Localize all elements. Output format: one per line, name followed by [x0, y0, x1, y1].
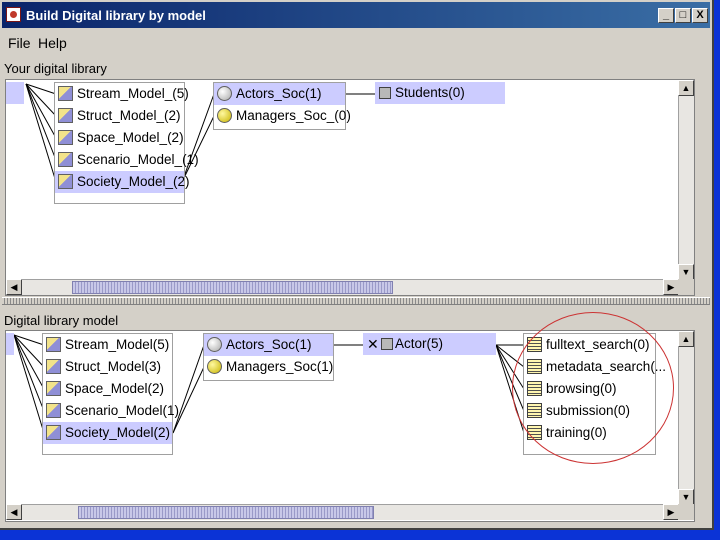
model-item-struct[interactable]: Struct_Model(3) [43, 356, 172, 378]
gold-ball-icon [207, 359, 222, 374]
model-icon [58, 130, 73, 145]
service-item-submission[interactable]: submission(0) [524, 400, 655, 422]
silver-ball-icon [217, 86, 232, 101]
menu-bar: File Help [2, 32, 710, 54]
top-root-node[interactable] [6, 82, 24, 104]
model-icon [46, 403, 61, 418]
model-item-stream[interactable]: Stream_Model(5) [43, 334, 172, 356]
document-icon [527, 381, 542, 396]
app-icon [6, 7, 21, 22]
scroll-left-arrow[interactable]: ◀ [6, 279, 22, 295]
minimize-button[interactable]: _ [658, 8, 674, 23]
scroll-up-arrow[interactable]: ▲ [678, 80, 694, 96]
model-icon [46, 425, 61, 440]
bottom-section-label: Digital library model [4, 313, 119, 328]
top-vertical-scrollbar[interactable]: ▲ ▼ [678, 80, 694, 280]
actor-node-students[interactable]: Students(0) [375, 82, 505, 104]
close-button[interactable]: X [692, 8, 708, 23]
model-icon [46, 337, 61, 352]
scroll-down-arrow[interactable]: ▼ [678, 489, 694, 505]
service-item-browsing[interactable]: browsing(0) [524, 378, 655, 400]
model-item-society[interactable]: Society_Model(2) [43, 422, 172, 444]
model-item-scenario[interactable]: Scenario_Model_(1) [55, 149, 199, 171]
top-library-panel: Stream_Model_(5) Struct_Model_(2) Space_… [5, 79, 695, 296]
app-window: Build Digital library by model _ □ X Fil… [0, 0, 714, 530]
bottom-root-node[interactable] [6, 333, 14, 355]
top-section-label: Your digital library [4, 61, 107, 76]
scroll-left-arrow[interactable]: ◀ [6, 504, 22, 520]
society-item-managers[interactable]: Managers_Soc(1) [204, 356, 333, 378]
split-pane-divider[interactable] [2, 297, 710, 305]
model-icon [46, 381, 61, 396]
model-icon [58, 152, 73, 167]
service-item-metadata-search[interactable]: metadata_search(... [524, 356, 666, 378]
society-item-managers[interactable]: Managers_Soc_(0) [214, 105, 351, 127]
model-item-struct[interactable]: Struct_Model_(2) [55, 105, 184, 127]
scroll-thumb[interactable] [78, 506, 374, 519]
model-icon [58, 108, 73, 123]
model-item-scenario[interactable]: Scenario_Model(1) [43, 400, 179, 422]
actor-square-icon [381, 338, 393, 350]
top-horizontal-scrollbar[interactable]: ◀ ▶ [6, 279, 679, 295]
document-icon [527, 425, 542, 440]
service-item-training[interactable]: training(0) [524, 422, 655, 444]
menu-help[interactable]: Help [38, 35, 67, 51]
scroll-corner [678, 279, 694, 295]
bottom-models-list: Stream_Model(5) Struct_Model(3) Space_Mo… [42, 333, 179, 455]
top-models-list: Stream_Model_(5) Struct_Model_(2) Space_… [54, 82, 199, 204]
top-society-list: Actors_Soc(1) Managers_Soc_(0) [213, 82, 351, 130]
menu-file[interactable]: File [8, 35, 31, 51]
bottom-horizontal-scrollbar[interactable]: ◀ ▶ [6, 504, 679, 520]
model-icon [58, 174, 73, 189]
x-icon: ✕ [367, 336, 379, 352]
service-item-fulltext-search[interactable]: fulltext_search(0) [524, 334, 655, 356]
title-bar[interactable]: Build Digital library by model _ □ X [2, 2, 710, 28]
scroll-right-arrow[interactable]: ▶ [663, 504, 679, 520]
model-item-space[interactable]: Space_Model(2) [43, 378, 172, 400]
scroll-right-arrow[interactable]: ▶ [663, 279, 679, 295]
actor-node-actor[interactable]: ✕ Actor(5) [363, 333, 496, 355]
window-title: Build Digital library by model [26, 8, 206, 23]
model-icon [46, 359, 61, 374]
society-item-actors[interactable]: Actors_Soc(1) [204, 334, 333, 356]
model-icon [58, 86, 73, 101]
model-item-space[interactable]: Space_Model_(2) [55, 127, 184, 149]
model-item-society[interactable]: Society_Model_(2) [55, 171, 190, 193]
document-icon [527, 403, 542, 418]
bottom-model-panel: Stream_Model(5) Struct_Model(3) Space_Mo… [5, 330, 695, 522]
bottom-vertical-scrollbar[interactable]: ▲ ▼ [678, 331, 694, 505]
actor-square-icon [379, 87, 391, 99]
maximize-button[interactable]: □ [675, 8, 691, 23]
document-icon [527, 359, 542, 374]
bottom-society-list: Actors_Soc(1) Managers_Soc(1) [203, 333, 334, 381]
scroll-corner [678, 504, 694, 520]
model-item-stream[interactable]: Stream_Model_(5) [55, 83, 189, 105]
scroll-thumb[interactable] [72, 281, 393, 294]
document-icon [527, 337, 542, 352]
silver-ball-icon [207, 337, 222, 352]
scroll-down-arrow[interactable]: ▼ [678, 264, 694, 280]
services-list: fulltext_search(0) metadata_search(... b… [523, 333, 666, 455]
scroll-up-arrow[interactable]: ▲ [678, 331, 694, 347]
gold-ball-icon [217, 108, 232, 123]
society-item-actors[interactable]: Actors_Soc(1) [214, 83, 345, 105]
